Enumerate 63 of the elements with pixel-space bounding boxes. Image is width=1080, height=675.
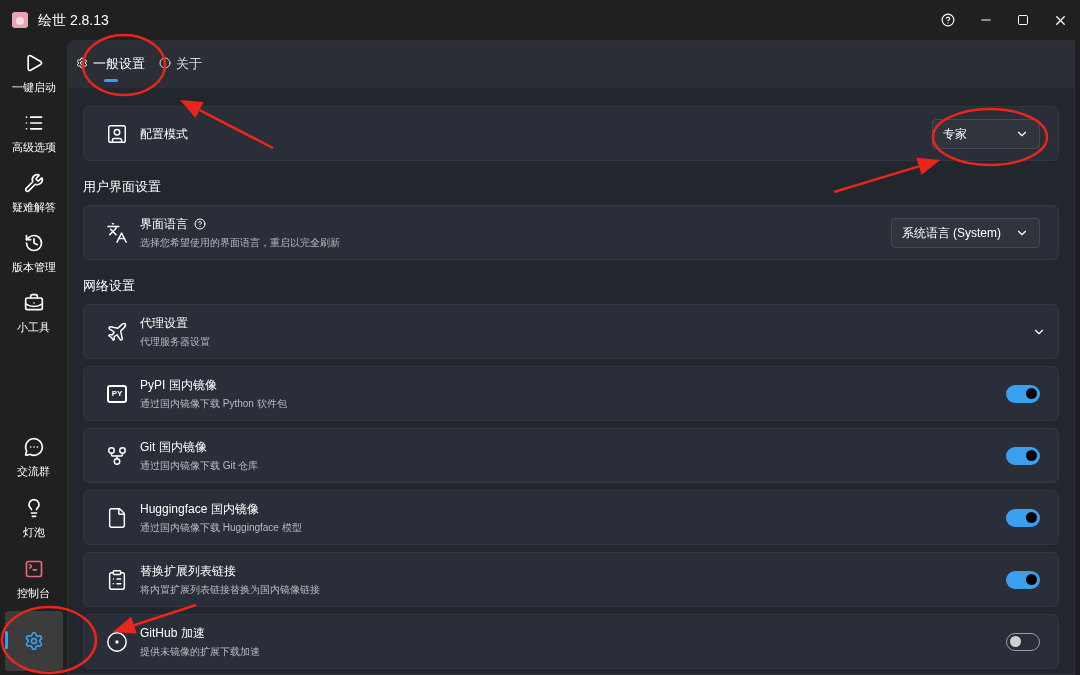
setting-title: 代理设置	[140, 315, 188, 332]
terminal-icon	[23, 558, 44, 579]
history-icon	[23, 232, 44, 253]
toggle-switch[interactable]	[1006, 570, 1040, 589]
setting-title: 替换扩展列表链接	[140, 563, 236, 580]
dropdown[interactable]: 系统语言 (System)	[890, 217, 1040, 248]
help-icon[interactable]	[194, 218, 206, 230]
help-icon[interactable]	[941, 13, 955, 27]
sidebar-item[interactable]: 版本管理	[4, 224, 63, 284]
setting-description: 代理服务器设置	[140, 335, 211, 349]
dropdown[interactable]: 专家	[932, 118, 1040, 149]
settings-icon	[23, 631, 44, 651]
chat-icon	[23, 436, 44, 457]
sidebar-label: 交流群	[17, 463, 50, 479]
sidebar-label: 疑难解答	[11, 199, 56, 215]
setting-description: 通过国内镜像下载 Huggingface 模型	[140, 521, 303, 535]
setting-title: Git 国内镜像	[140, 439, 207, 456]
clipboard-icon	[106, 568, 128, 591]
sidebar-item[interactable]	[4, 611, 63, 671]
pypi-icon: PY	[107, 384, 127, 403]
sidebar-label: 灯泡	[22, 524, 45, 540]
branch-icon	[106, 444, 128, 467]
wrench-icon	[23, 172, 44, 193]
user-card-icon	[106, 122, 128, 145]
sidebar-item[interactable]: 控制台	[4, 550, 63, 610]
window-title: 绘世 2.8.13	[38, 10, 109, 30]
tab[interactable]: 一般设置	[76, 45, 145, 84]
sidebar-item[interactable]: 灯泡	[4, 489, 63, 549]
document-icon	[106, 506, 128, 529]
info-icon	[159, 57, 171, 70]
setting-description: 通过国内镜像下载 Git 仓库	[140, 459, 260, 473]
toggle-switch[interactable]	[1006, 446, 1040, 465]
sidebar-item[interactable]: 小工具	[4, 284, 63, 344]
setting-description: 选择您希望使用的界面语言，重启以完全刷新	[140, 236, 341, 250]
setting-description: 通过国内镜像下载 Python 软件包	[140, 397, 288, 411]
setting-title: GitHub 加速	[140, 625, 205, 642]
section-heading: 网络设置	[83, 277, 136, 295]
maximize-icon[interactable]	[1017, 14, 1029, 26]
sidebar-item[interactable]: 交流群	[4, 428, 63, 488]
sidebar-item[interactable]: 疑难解答	[4, 164, 63, 224]
target-icon	[106, 630, 128, 653]
setting-description: 将内置扩展列表链接替换为国内镜像链接	[140, 583, 321, 597]
toolbox-icon	[23, 292, 44, 313]
setting-title: 配置模式	[140, 125, 188, 143]
tab[interactable]: 关于	[159, 45, 202, 84]
sidebar-item[interactable]: 一键启动	[4, 44, 63, 104]
setting-description: 提供未镜像的扩展下载加速	[140, 645, 261, 659]
section-heading: 用户界面设置	[83, 178, 162, 196]
setting-title: PyPI 国内镜像	[140, 377, 217, 394]
sidebar-label: 版本管理	[11, 259, 56, 275]
app-icon	[12, 12, 28, 28]
sidebar-label: 高级选项	[11, 139, 56, 155]
sidebar-label: 控制台	[17, 585, 50, 601]
toggle-switch[interactable]	[1006, 508, 1040, 527]
sidebar-item[interactable]: 高级选项	[4, 104, 63, 164]
setting-title: 界面语言	[140, 216, 188, 233]
setting-title: Huggingface 国内镜像	[140, 501, 259, 518]
toggle-switch[interactable]	[1006, 384, 1040, 403]
sidebar-label: 小工具	[17, 319, 50, 335]
plane-icon	[106, 320, 128, 343]
sidebar-label: 一键启动	[11, 79, 56, 95]
gear-icon	[76, 57, 88, 70]
language-icon	[106, 221, 128, 244]
